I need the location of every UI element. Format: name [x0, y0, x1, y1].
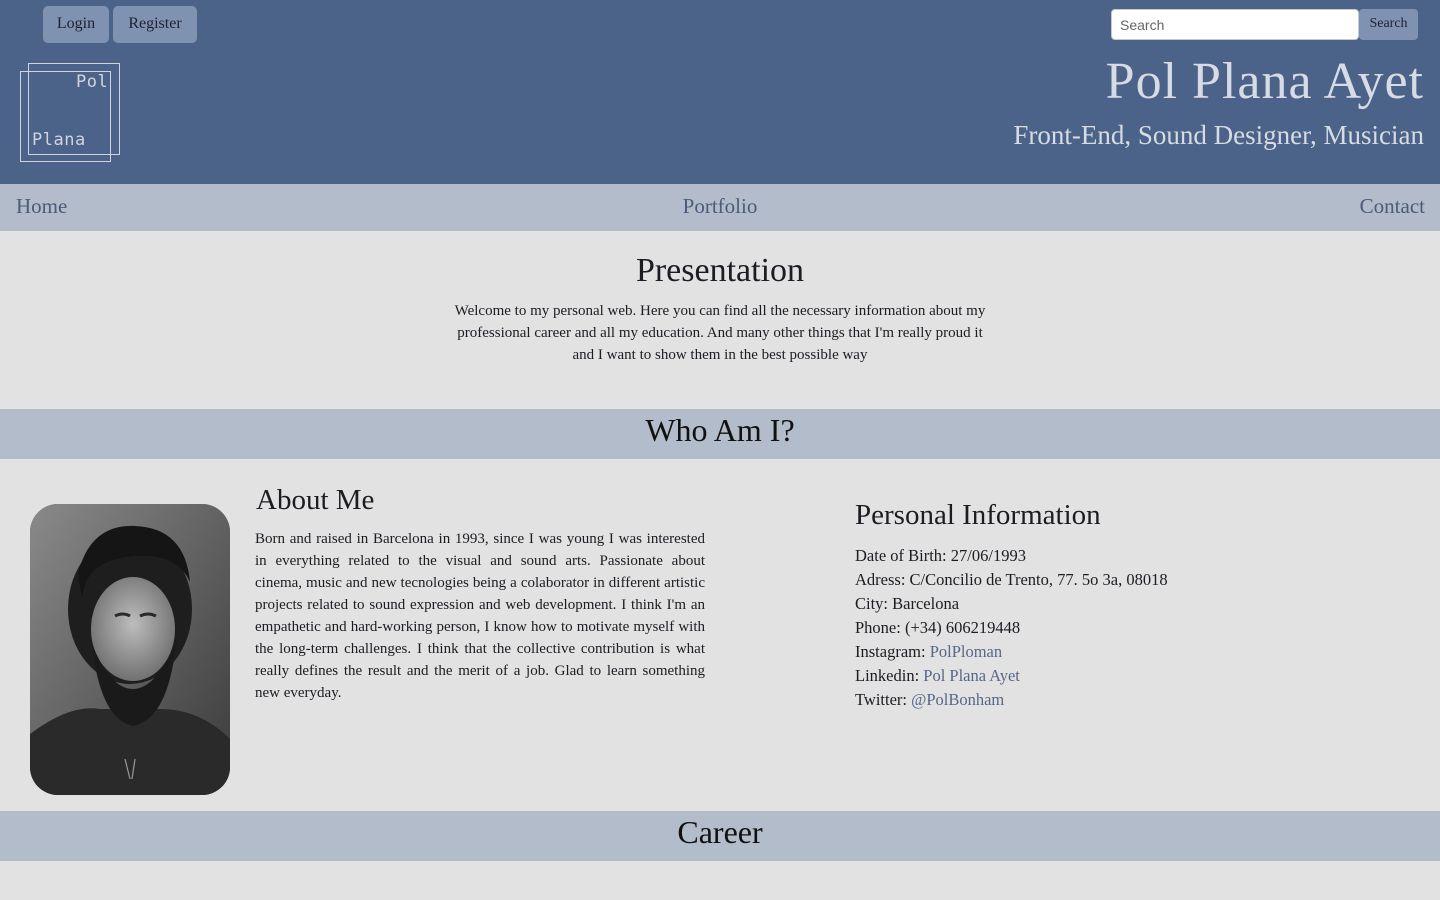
- personal-info-list: Date of Birth: 27/06/1993 Adress: C/Conc…: [855, 544, 1168, 712]
- info-address-value: C/Concilio de Trento, 77. 5o 3a, 08018: [909, 570, 1168, 589]
- info-linkedin-label: Linkedin:: [855, 666, 924, 685]
- info-city-label: City:: [855, 594, 893, 613]
- search-input[interactable]: [1111, 9, 1359, 40]
- info-phone-value: (+34) 606219448: [904, 618, 1021, 637]
- presentation-text: Welcome to my personal web. Here you can…: [454, 303, 986, 363]
- register-button[interactable]: Register: [113, 6, 197, 43]
- info-linkedin: Linkedin: Pol Plana Ayet: [855, 664, 1168, 688]
- site-logo[interactable]: Pol Plana: [20, 63, 121, 163]
- site-title: Pol Plana Ayet: [1105, 53, 1424, 110]
- main-nav: Portfolio Home Contact: [0, 184, 1440, 231]
- info-twitter-label: Twitter:: [855, 690, 912, 709]
- instagram-link[interactable]: PolPloman: [930, 642, 1002, 661]
- nav-contact[interactable]: Contact: [1360, 194, 1425, 219]
- linkedin-link[interactable]: Pol Plana Ayet: [923, 666, 1020, 685]
- info-twitter: Twitter: @PolBonham: [855, 688, 1168, 712]
- info-birth: Date of Birth: 27/06/1993: [855, 544, 1168, 568]
- site-header: Login Register Search Pol Plana Pol Plan…: [0, 0, 1440, 184]
- info-city-value: Barcelona: [892, 594, 960, 613]
- info-instagram-label: Instagram:: [855, 642, 930, 661]
- presentation-title: Presentation: [635, 252, 805, 289]
- search-button[interactable]: Search: [1359, 9, 1418, 40]
- info-birth-value: 27/06/1993: [950, 546, 1026, 565]
- about-me-title: About Me: [256, 484, 375, 516]
- info-city: City: Barcelona: [855, 592, 1168, 616]
- info-phone: Phone: (+34) 606219448: [855, 616, 1168, 640]
- info-address-label: Adress:: [855, 570, 910, 589]
- nav-home[interactable]: Home: [16, 194, 67, 219]
- twitter-link[interactable]: @PolBonham: [911, 690, 1004, 709]
- login-button[interactable]: Login: [43, 6, 109, 43]
- info-birth-label: Date of Birth:: [855, 546, 951, 565]
- career-section-band: Career: [0, 811, 1440, 861]
- info-address: Adress: C/Concilio de Trento, 77. 5o 3a,…: [855, 568, 1168, 592]
- who-section-band: Who Am I?: [0, 409, 1440, 459]
- profile-photo-image: [30, 504, 230, 795]
- logo-text-pol: Pol: [76, 72, 109, 92]
- nav-portfolio[interactable]: Portfolio: [0, 194, 1440, 219]
- logo-text-plana: Plana: [32, 130, 86, 150]
- profile-photo: [30, 504, 230, 795]
- about-me-text: Born and raised in Barcelona in 1993, si…: [255, 531, 705, 701]
- info-phone-label: Phone:: [855, 618, 905, 637]
- who-section-title: Who Am I?: [645, 412, 795, 448]
- site-subtitle: Front-End, Sound Designer, Musician: [1013, 120, 1424, 150]
- personal-info-title: Personal Information: [855, 499, 1101, 531]
- info-instagram: Instagram: PolPloman: [855, 640, 1168, 664]
- career-section-title: Career: [677, 814, 763, 850]
